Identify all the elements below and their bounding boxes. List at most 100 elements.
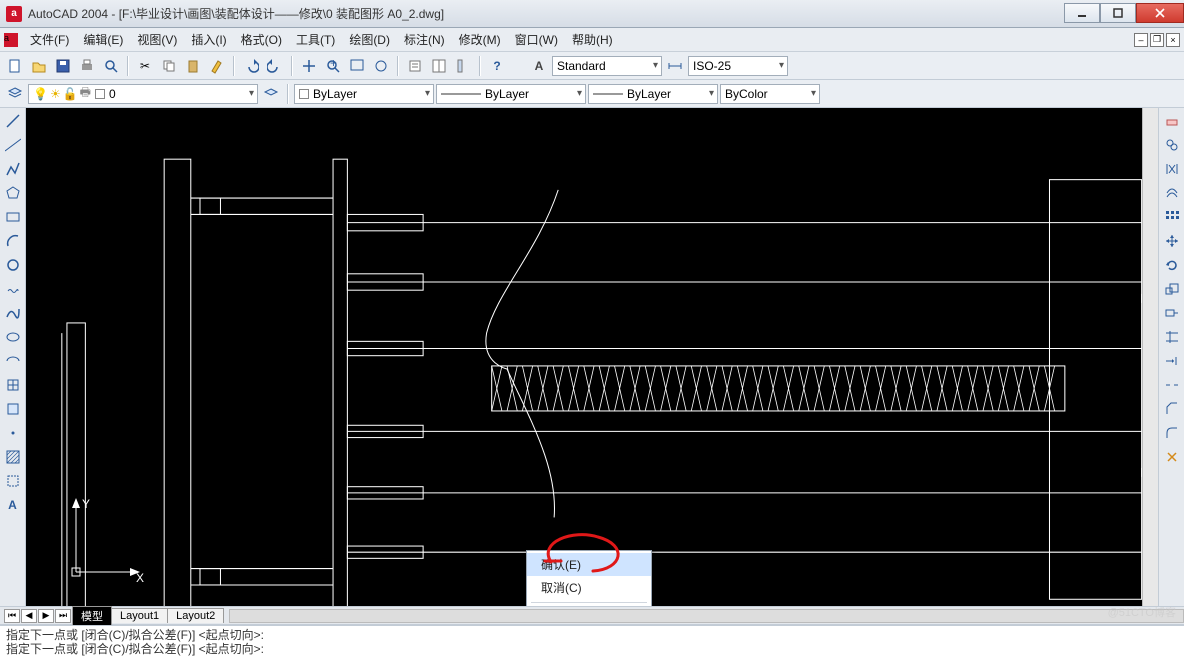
command-window[interactable]: 指定下一点或 [闭合(C)/拟合公差(F)] <起点切向>: 指定下一点或 [闭…	[0, 624, 1184, 660]
title-bar: a AutoCAD 2004 - [F:\毕业设计\画图\装配体设计——修改\0…	[0, 0, 1184, 28]
block-icon[interactable]	[2, 398, 24, 420]
color-combo[interactable]: ByLayer	[294, 84, 434, 104]
polyline-icon[interactable]	[2, 158, 24, 180]
zoom-prev-icon[interactable]	[370, 55, 392, 77]
rotate-icon[interactable]	[1161, 254, 1183, 276]
close-button[interactable]	[1136, 3, 1184, 23]
copy-icon[interactable]	[158, 55, 180, 77]
point-icon[interactable]	[2, 422, 24, 444]
mirror-icon[interactable]	[1161, 158, 1183, 180]
chamfer-icon[interactable]	[1161, 398, 1183, 420]
menu-edit[interactable]: 编辑(E)	[77, 29, 129, 50]
explode-icon[interactable]	[1161, 446, 1183, 468]
open-icon[interactable]	[28, 55, 50, 77]
trim-icon[interactable]	[1161, 326, 1183, 348]
linetype-combo[interactable]: ByLayer	[436, 84, 586, 104]
ellipse-arc-icon[interactable]	[2, 350, 24, 372]
help-icon[interactable]: ?	[486, 55, 508, 77]
menu-insert[interactable]: 插入(I)	[185, 29, 232, 50]
menu-help[interactable]: 帮助(H)	[566, 29, 619, 50]
menu-window[interactable]: 窗口(W)	[509, 29, 564, 50]
redo-icon[interactable]	[264, 55, 286, 77]
extend-icon[interactable]	[1161, 350, 1183, 372]
layer-combo[interactable]: 💡 ☀ 🔓 🖶 0	[28, 84, 258, 104]
arc-icon[interactable]	[2, 230, 24, 252]
mdi-close-button[interactable]: ×	[1166, 33, 1180, 47]
separator	[233, 56, 235, 76]
preview-icon[interactable]	[100, 55, 122, 77]
text-style-icon[interactable]: A	[528, 55, 550, 77]
plotstyle-combo[interactable]: ByColor	[720, 84, 820, 104]
line-icon[interactable]	[2, 110, 24, 132]
text-style-combo[interactable]: Standard	[552, 56, 662, 76]
ellipse-icon[interactable]	[2, 326, 24, 348]
array-icon[interactable]	[1161, 206, 1183, 228]
hatch-icon[interactable]	[2, 446, 24, 468]
tab-model[interactable]: 模型	[72, 606, 112, 625]
vertical-scrollbar[interactable]	[1142, 108, 1158, 606]
erase-icon[interactable]	[1161, 110, 1183, 132]
pan-icon[interactable]	[298, 55, 320, 77]
move-icon[interactable]	[1161, 230, 1183, 252]
spline-icon[interactable]	[2, 302, 24, 324]
stretch-icon[interactable]	[1161, 302, 1183, 324]
scale-icon[interactable]	[1161, 278, 1183, 300]
offset-icon[interactable]	[1161, 182, 1183, 204]
polygon-icon[interactable]	[2, 182, 24, 204]
tab-nav-first[interactable]: ⏮	[4, 609, 20, 623]
revcloud-icon[interactable]	[2, 278, 24, 300]
menu-file[interactable]: 文件(F)	[24, 29, 75, 50]
layer-name: 0	[109, 87, 116, 101]
menu-dimension[interactable]: 标注(N)	[398, 29, 451, 50]
minimize-button[interactable]	[1064, 3, 1100, 23]
menu-view[interactable]: 视图(V)	[131, 29, 183, 50]
menu-draw[interactable]: 绘图(D)	[343, 29, 396, 50]
fillet-icon[interactable]	[1161, 422, 1183, 444]
layer-manager-icon[interactable]	[4, 83, 26, 105]
cut-icon[interactable]: ✂	[134, 55, 156, 77]
menu-tools[interactable]: 工具(T)	[290, 29, 341, 50]
ctx-enter[interactable]: 确认(E)	[527, 553, 651, 576]
menu-bar: a 文件(F) 编辑(E) 视图(V) 插入(I) 格式(O) 工具(T) 绘图…	[0, 28, 1184, 52]
rectangle-icon[interactable]	[2, 206, 24, 228]
tab-nav-next[interactable]: ▶	[38, 609, 54, 623]
design-center-icon[interactable]	[428, 55, 450, 77]
window-controls	[1064, 4, 1184, 24]
tab-nav-prev[interactable]: ◀	[21, 609, 37, 623]
tool-palette-icon[interactable]	[452, 55, 474, 77]
dim-style-icon[interactable]	[664, 55, 686, 77]
properties-icon[interactable]	[404, 55, 426, 77]
mdi-restore-button[interactable]: ❐	[1150, 33, 1164, 47]
mdi-minimize-button[interactable]: –	[1134, 33, 1148, 47]
lineweight-combo[interactable]: ByLayer	[588, 84, 718, 104]
mdi-controls: – ❐ ×	[1134, 33, 1180, 47]
layer-prev-icon[interactable]	[260, 83, 282, 105]
zoom-window-icon[interactable]	[346, 55, 368, 77]
new-icon[interactable]	[4, 55, 26, 77]
dim-style-combo[interactable]: ISO-25	[688, 56, 788, 76]
circle-icon[interactable]	[2, 254, 24, 276]
print-icon[interactable]	[76, 55, 98, 77]
zoom-realtime-icon[interactable]: +	[322, 55, 344, 77]
menu-format[interactable]: 格式(O)	[235, 29, 288, 50]
copy-obj-icon[interactable]	[1161, 134, 1183, 156]
print-layer-icon: 🖶	[80, 83, 91, 104]
region-icon[interactable]	[2, 470, 24, 492]
tab-layout2[interactable]: Layout2	[167, 608, 224, 623]
layer-toolbar: 💡 ☀ 🔓 🖶 0 ByLayer ByLayer ByLayer ByColo…	[0, 80, 1184, 108]
undo-icon[interactable]	[240, 55, 262, 77]
horizontal-scrollbar[interactable]	[229, 609, 1184, 623]
break-icon[interactable]	[1161, 374, 1183, 396]
menu-modify[interactable]: 修改(M)	[453, 29, 507, 50]
mtext-icon[interactable]: A	[2, 494, 24, 516]
match-icon[interactable]	[206, 55, 228, 77]
paste-icon[interactable]	[182, 55, 204, 77]
tab-nav-last[interactable]: ⏭	[55, 609, 71, 623]
tab-layout1[interactable]: Layout1	[111, 608, 168, 623]
save-icon[interactable]	[52, 55, 74, 77]
insert-icon[interactable]	[2, 374, 24, 396]
maximize-button[interactable]	[1100, 3, 1136, 23]
xline-icon[interactable]	[2, 134, 24, 156]
drawing-canvas[interactable]: Y X 确认(E) 取消(C) 闭合(C) 拟合公差(F) 平移(P) 缩放(Z…	[26, 108, 1158, 606]
ctx-cancel[interactable]: 取消(C)	[527, 576, 651, 599]
